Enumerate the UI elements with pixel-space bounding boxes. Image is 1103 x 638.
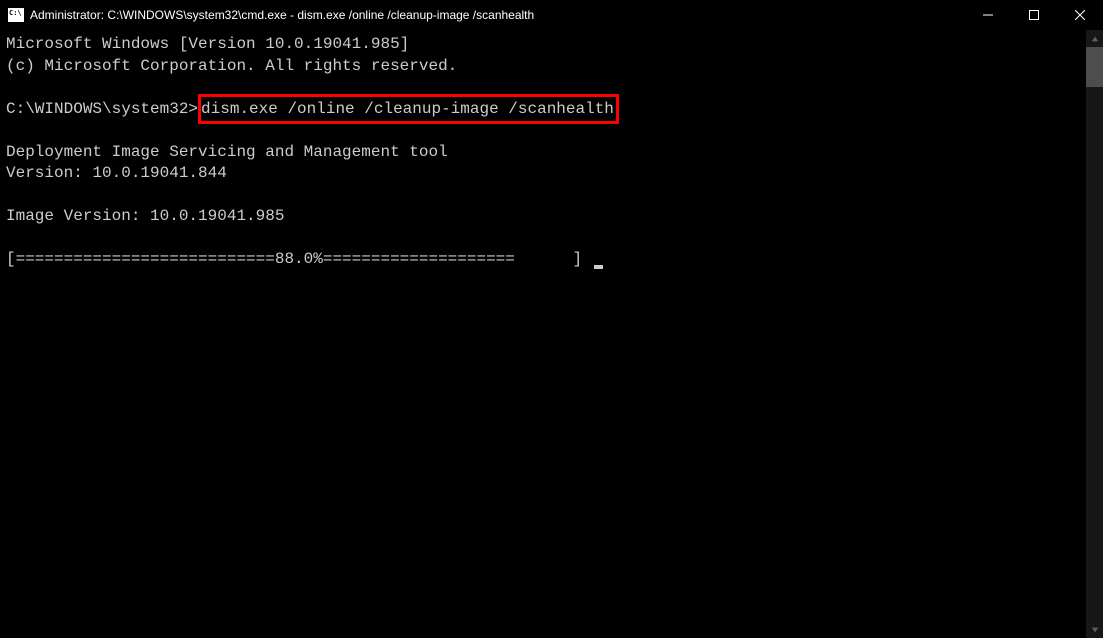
- close-button[interactable]: [1057, 0, 1103, 30]
- copyright-line: (c) Microsoft Corporation. All rights re…: [6, 57, 457, 75]
- maximize-button[interactable]: [1011, 0, 1057, 30]
- scroll-up-button[interactable]: [1086, 30, 1103, 47]
- cursor-icon: [594, 265, 603, 269]
- dism-tool-name: Deployment Image Servicing and Managemen…: [6, 143, 448, 161]
- cmd-icon: [8, 8, 24, 22]
- highlighted-command: dism.exe /online /cleanup-image /scanhea…: [198, 94, 619, 124]
- terminal-output[interactable]: Microsoft Windows [Version 10.0.19041.98…: [0, 30, 1086, 638]
- window-controls: [965, 0, 1103, 30]
- titlebar-left: Administrator: C:\WINDOWS\system32\cmd.e…: [0, 8, 534, 22]
- vertical-scrollbar[interactable]: [1086, 30, 1103, 638]
- scrollbar-thumb[interactable]: [1086, 47, 1103, 87]
- scroll-down-button[interactable]: [1086, 621, 1103, 638]
- os-version-line: Microsoft Windows [Version 10.0.19041.98…: [6, 35, 409, 53]
- cmd-window: Administrator: C:\WINDOWS\system32\cmd.e…: [0, 0, 1103, 638]
- window-title: Administrator: C:\WINDOWS\system32\cmd.e…: [30, 8, 534, 22]
- content-area: Microsoft Windows [Version 10.0.19041.98…: [0, 30, 1103, 638]
- minimize-button[interactable]: [965, 0, 1011, 30]
- image-version: Image Version: 10.0.19041.985: [6, 207, 284, 225]
- titlebar[interactable]: Administrator: C:\WINDOWS\system32\cmd.e…: [0, 0, 1103, 30]
- prompt-prefix: C:\WINDOWS\system32>: [6, 100, 198, 118]
- scrollbar-track[interactable]: [1086, 47, 1103, 621]
- dism-version: Version: 10.0.19041.844: [6, 164, 227, 182]
- progress-bar: [===========================88.0%=======…: [6, 250, 592, 268]
